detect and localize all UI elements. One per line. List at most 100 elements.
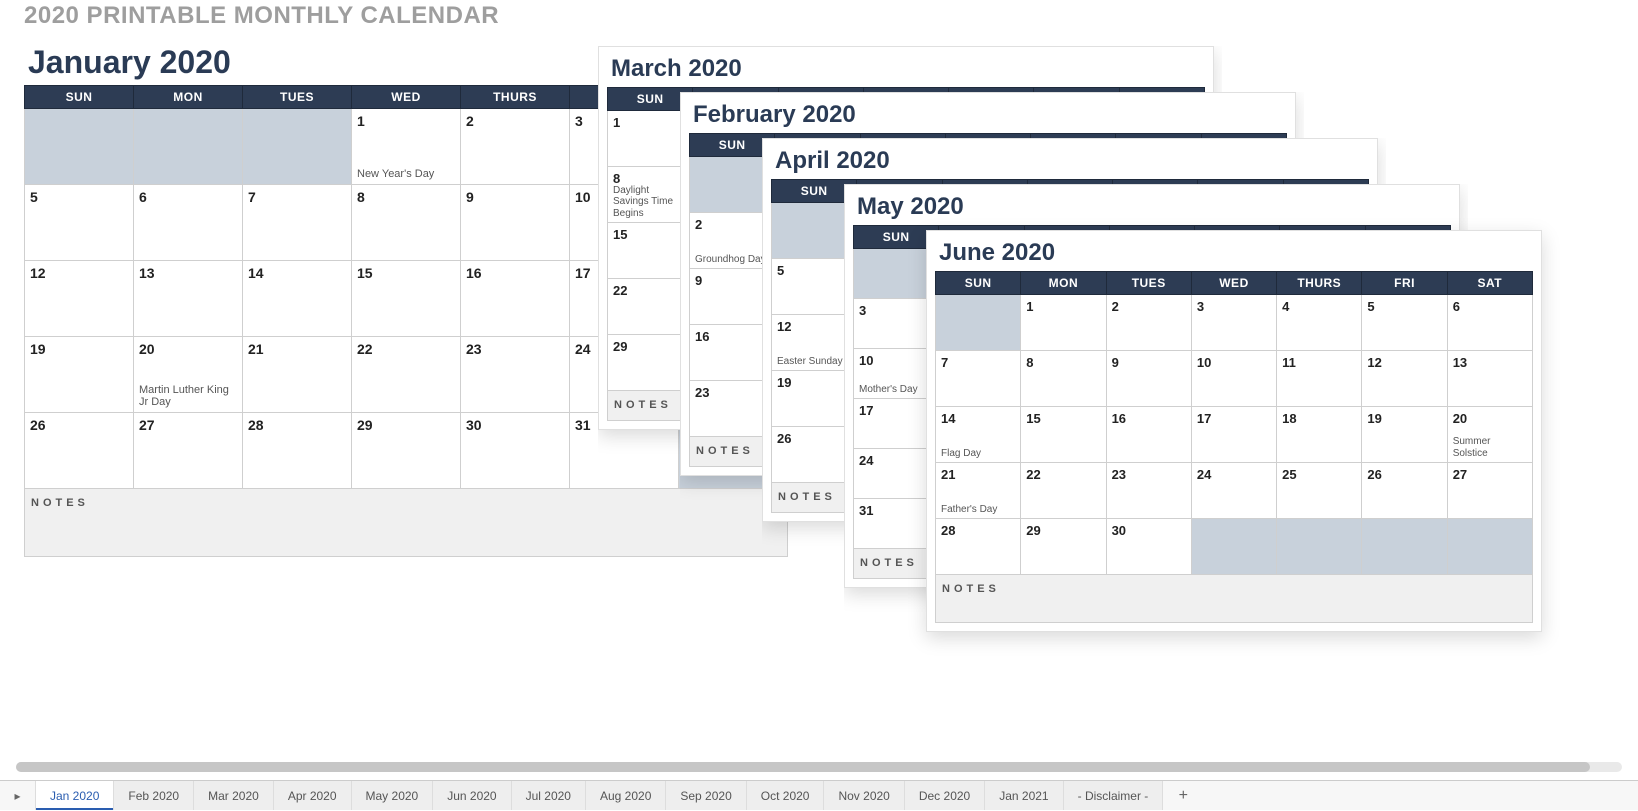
- day-cell: 24: [1191, 463, 1276, 519]
- day-event: Easter Sunday: [777, 356, 851, 368]
- day-number: 27: [1453, 467, 1527, 482]
- day-number: 23: [695, 385, 769, 400]
- sheet-tab[interactable]: Jan 2020: [36, 781, 114, 810]
- day-header: MON: [134, 86, 243, 109]
- day-cell: 14: [243, 261, 352, 337]
- day-cell: 14 Flag Day: [936, 407, 1021, 463]
- day-header: MON: [1021, 272, 1106, 295]
- day-cell: 21: [243, 337, 352, 413]
- day-number: 23: [1112, 467, 1186, 482]
- sheet-tab[interactable]: Mar 2020: [194, 781, 274, 810]
- sheet-tab[interactable]: Nov 2020: [824, 781, 904, 810]
- day-cell: 6: [1447, 295, 1532, 351]
- day-header: WED: [1191, 272, 1276, 295]
- day-cell: 16: [461, 261, 570, 337]
- day-number: 24: [1197, 467, 1271, 482]
- add-sheet-button[interactable]: +: [1163, 781, 1203, 810]
- day-number: 14: [941, 411, 1015, 426]
- day-number: 26: [777, 431, 851, 446]
- sheet-tab[interactable]: - Disclaimer -: [1064, 781, 1164, 810]
- day-header: FRI: [1362, 272, 1447, 295]
- day-cell: 23: [1106, 463, 1191, 519]
- horizontal-scrollbar[interactable]: [16, 762, 1622, 772]
- day-number: 26: [1367, 467, 1441, 482]
- day-event: Flag Day: [941, 448, 1015, 460]
- sheet-tab[interactable]: Jun 2020: [433, 781, 511, 810]
- day-cell: 10: [1191, 351, 1276, 407]
- day-cell: 11: [1277, 351, 1362, 407]
- day-event: Father's Day: [941, 504, 1015, 516]
- sheet-tab[interactable]: Aug 2020: [586, 781, 666, 810]
- day-number: 22: [357, 341, 455, 357]
- day-cell: 21Father's Day: [936, 463, 1021, 519]
- day-number: 20: [139, 341, 237, 357]
- day-number: 28: [248, 417, 346, 433]
- sheet-tab[interactable]: Jan 2021: [985, 781, 1063, 810]
- day-cell: 26: [25, 413, 134, 489]
- day-number: 2: [695, 217, 769, 232]
- day-number: 30: [1112, 523, 1186, 538]
- sheet-tab[interactable]: Dec 2020: [905, 781, 985, 810]
- calendar-stage: January 2020 SUNMONTUESWEDTHURSFRISAT1Ne…: [0, 0, 1638, 760]
- sheet-tab-bar: ▸ Jan 2020Feb 2020Mar 2020Apr 2020May 20…: [0, 780, 1638, 810]
- day-number: 1: [613, 115, 687, 130]
- day-number: 13: [139, 265, 237, 281]
- day-cell: 20Summer Solstice: [1447, 407, 1532, 463]
- sheet-tab[interactable]: Oct 2020: [747, 781, 825, 810]
- day-cell: [936, 295, 1021, 351]
- day-number: 10: [859, 353, 933, 368]
- month-title: April 2020: [775, 147, 1369, 175]
- day-number: 15: [1026, 411, 1100, 426]
- day-number: 25: [1282, 467, 1356, 482]
- day-number: 17: [859, 403, 933, 418]
- day-cell: 18: [1277, 407, 1362, 463]
- day-number: 19: [1367, 411, 1441, 426]
- day-number: 18: [1282, 411, 1356, 426]
- day-header: WED: [352, 86, 461, 109]
- sheet-tab[interactable]: Feb 2020: [114, 781, 194, 810]
- day-number: 6: [139, 189, 237, 205]
- day-number: 12: [30, 265, 128, 281]
- day-cell: 7: [243, 185, 352, 261]
- day-header: SUN: [936, 272, 1021, 295]
- day-number: 5: [777, 263, 851, 278]
- calendar-grid: SUNMONTUESWEDTHURSFRISAT1234567891011121…: [935, 271, 1533, 575]
- sheet-tab[interactable]: Jul 2020: [512, 781, 586, 810]
- day-number: 30: [466, 417, 564, 433]
- day-cell: 4: [1277, 295, 1362, 351]
- scrollbar-thumb[interactable]: [16, 762, 1590, 772]
- tab-nav-right-icon[interactable]: ▸: [0, 781, 36, 810]
- day-cell: [1277, 519, 1362, 575]
- day-cell: 3: [1191, 295, 1276, 351]
- day-number: 2: [466, 113, 564, 129]
- day-event: Summer Solstice: [1453, 436, 1527, 459]
- day-number: 11: [1282, 355, 1356, 370]
- day-number: 29: [1026, 523, 1100, 538]
- day-header: TUES: [1106, 272, 1191, 295]
- day-cell: [1362, 519, 1447, 575]
- sheet-tab[interactable]: May 2020: [352, 781, 434, 810]
- day-cell: 2: [461, 109, 570, 185]
- sheet-tab[interactable]: Apr 2020: [274, 781, 352, 810]
- day-cell: 6: [134, 185, 243, 261]
- sheet-tab[interactable]: Sep 2020: [666, 781, 746, 810]
- day-number: 5: [1367, 299, 1441, 314]
- day-number: 21: [248, 341, 346, 357]
- day-number: 22: [1026, 467, 1100, 482]
- day-header: SAT: [1447, 272, 1532, 295]
- day-number: 13: [1453, 355, 1527, 370]
- day-number: 19: [30, 341, 128, 357]
- day-event: Martin Luther King Jr Day: [139, 384, 237, 409]
- day-number: 22: [613, 283, 687, 298]
- day-number: 4: [1282, 299, 1356, 314]
- month-title: June 2020: [939, 239, 1533, 267]
- day-number: 27: [139, 417, 237, 433]
- day-number: 26: [30, 417, 128, 433]
- day-cell: 8: [352, 185, 461, 261]
- day-cell: 25: [1277, 463, 1362, 519]
- day-cell: 30: [1106, 519, 1191, 575]
- month-title: May 2020: [857, 193, 1451, 221]
- day-cell: 12: [25, 261, 134, 337]
- day-event: New Year's Day: [357, 168, 455, 181]
- day-cell: 13: [1447, 351, 1532, 407]
